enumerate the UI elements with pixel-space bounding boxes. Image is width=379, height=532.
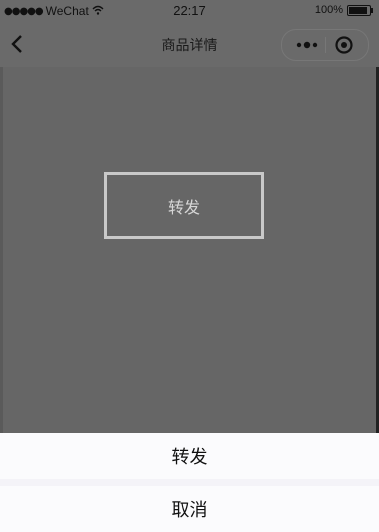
mini-program-capsule	[281, 29, 369, 61]
more-dots-icon[interactable]	[292, 36, 322, 54]
action-sheet: 转发 取消	[0, 433, 379, 532]
target-close-icon[interactable]	[334, 35, 354, 55]
forward-button[interactable]: 转发	[104, 172, 264, 239]
sheet-cancel-button[interactable]: 取消	[0, 486, 379, 532]
battery-icon	[347, 4, 373, 16]
page-content-mask[interactable]: 转发	[3, 67, 376, 433]
status-right: 100%	[314, 4, 373, 16]
capsule-divider	[325, 37, 326, 53]
battery-percent: 100%	[314, 4, 343, 16]
sheet-forward-button[interactable]: 转发	[0, 433, 379, 479]
status-bar: ●●●●● WeChat 22:17 100%	[0, 0, 379, 22]
navigation-bar: 商品详情	[0, 22, 379, 67]
